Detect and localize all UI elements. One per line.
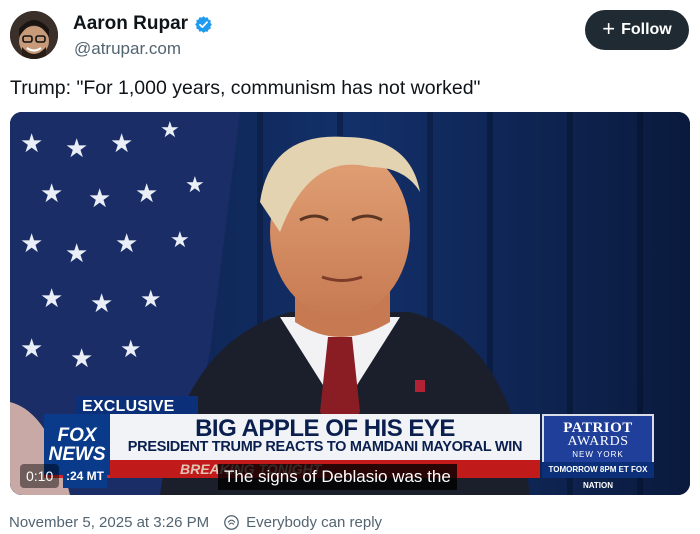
post-footer: November 5, 2025 at 3:26 PM Everybody ca… — [9, 514, 382, 531]
svg-text:★: ★ — [40, 178, 63, 208]
svg-text:★: ★ — [140, 286, 162, 313]
svg-text:★: ★ — [65, 133, 88, 163]
svg-text:★: ★ — [20, 128, 43, 158]
svg-text:★: ★ — [40, 283, 63, 313]
follow-button-label: Follow — [621, 21, 672, 38]
avatar[interactable] — [10, 11, 58, 59]
svg-text:★: ★ — [20, 228, 43, 258]
svg-text:★: ★ — [88, 183, 111, 213]
svg-text:★: ★ — [160, 117, 180, 142]
promo-title-line2: AWARDS — [567, 434, 629, 449]
svg-text:★: ★ — [90, 288, 113, 318]
avatar-image — [10, 11, 58, 59]
svg-text:★: ★ — [110, 128, 133, 158]
fox-news-logo-line1: FOX — [57, 424, 97, 446]
chyron-subhead: PRESIDENT TRUMP REACTS TO MAMDANI MAYORA… — [127, 439, 523, 455]
post-text: Trump: "For 1,000 years, communism has n… — [10, 77, 481, 99]
promo-bar: TOMORROW 8PM ET FOX NATION — [542, 462, 654, 490]
video-timestamp: 0:10 — [20, 464, 60, 488]
svg-text:★: ★ — [120, 336, 142, 363]
svg-text:★: ★ — [70, 343, 93, 373]
post-date[interactable]: November 5, 2025 at 3:26 PM — [9, 514, 209, 531]
follow-button[interactable]: + Follow — [585, 10, 689, 50]
svg-text:★: ★ — [135, 178, 158, 208]
author-name-row: Aaron Rupar — [73, 13, 213, 35]
verified-badge-icon — [195, 15, 212, 33]
chyron-clock: :24 MT — [63, 464, 108, 488]
author-display-name[interactable]: Aaron Rupar — [73, 13, 188, 35]
author-handle[interactable]: @atrupar.com — [74, 39, 181, 59]
plus-icon: + — [602, 16, 616, 41]
video-caption: The signs of Deblasio was the — [218, 464, 457, 490]
fox-news-logo-line2: NEWS — [48, 443, 106, 465]
reply-scope-icon — [224, 515, 239, 530]
svg-text:★: ★ — [115, 228, 138, 258]
svg-text:★: ★ — [185, 172, 205, 197]
svg-text:★: ★ — [20, 333, 43, 363]
post-card: Aaron Rupar @atrupar.com + Follow Trump:… — [0, 0, 700, 534]
promo-city: NEW YORK — [572, 450, 624, 459]
reply-setting[interactable]: Everybody can reply — [246, 514, 382, 531]
video-player[interactable]: ★ ★ ★ ★ ★ ★ ★ ★ ★ ★ ★ ★ ★ ★ ★ ★ ★ ★ EXCLUSIVE FOX NEW… — [10, 112, 690, 495]
svg-text:★: ★ — [65, 238, 88, 268]
svg-text:★: ★ — [170, 227, 190, 252]
